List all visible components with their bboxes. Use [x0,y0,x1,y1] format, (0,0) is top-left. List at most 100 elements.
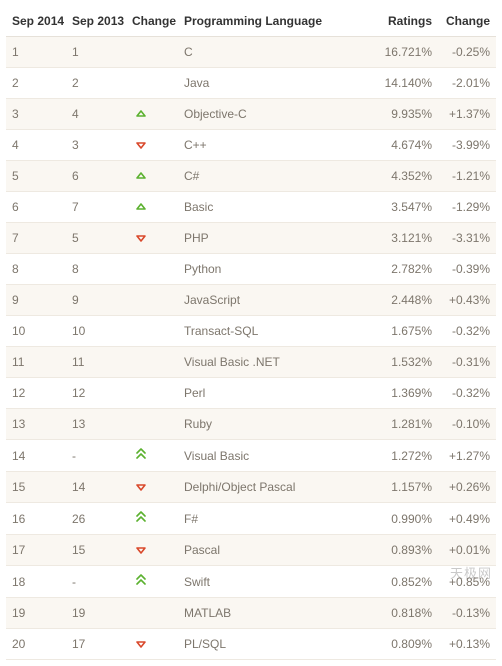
cell-ratings: 1.272% [378,440,438,472]
cell-delta: -3.99% [438,130,496,161]
cell-language: F# [178,503,378,535]
cell-move [126,629,178,660]
cell-delta: +1.27% [438,440,496,472]
cell-language: Ruby [178,409,378,440]
table-row: 1111Visual Basic .NET1.532%-0.31% [6,347,496,378]
table-row: 18-Swift0.852%+0.85% [6,566,496,598]
table-row: 1212Perl1.369%-0.32% [6,378,496,409]
cell-delta: -0.13% [438,598,496,629]
table-row: 1715Pascal0.893%+0.01% [6,535,496,566]
cell-rank-2013: 10 [66,316,126,347]
cell-rank-2013: 15 [66,535,126,566]
cell-rank-2013: 19 [66,598,126,629]
cell-rank-2013: 9 [66,285,126,316]
cell-rank-2014: 9 [6,285,66,316]
cell-ratings: 2.782% [378,254,438,285]
cell-ratings: 3.547% [378,192,438,223]
table-row: 1626 F#0.990%+0.49% [6,503,496,535]
table-row: 99JavaScript2.448%+0.43% [6,285,496,316]
double-chevron-up-icon [136,511,146,523]
cell-delta: +0.49% [438,503,496,535]
cell-rank-2014: 8 [6,254,66,285]
cell-move [126,68,178,99]
cell-rank-2014: 11 [6,347,66,378]
chevron-up-icon [136,203,146,211]
cell-language: C [178,37,378,68]
cell-delta: -0.39% [438,254,496,285]
chevron-down-icon [136,141,146,149]
cell-delta: +0.43% [438,285,496,316]
cell-move [126,37,178,68]
cell-delta: -1.29% [438,192,496,223]
cell-move [126,472,178,503]
cell-move [126,223,178,254]
cell-rank-2014: 18 [6,566,66,598]
cell-rank-2013: 6 [66,161,126,192]
chevron-down-icon [136,546,146,554]
cell-ratings: 16.721% [378,37,438,68]
cell-move [126,535,178,566]
table-row: 43C++4.674%-3.99% [6,130,496,161]
cell-language: JavaScript [178,285,378,316]
cell-rank-2014: 6 [6,192,66,223]
chevron-up-icon [136,172,146,180]
table-row: 75PHP3.121%-3.31% [6,223,496,254]
table-row: 1919 MATLAB0.818%-0.13% [6,598,496,629]
table-row: 1514Delphi/Object Pascal1.157%+0.26% [6,472,496,503]
col-header-change: Change [126,6,178,37]
cell-ratings: 0.990% [378,503,438,535]
cell-rank-2013: - [66,440,126,472]
cell-language: Transact-SQL [178,316,378,347]
cell-rank-2013: 5 [66,223,126,254]
cell-language: Delphi/Object Pascal [178,472,378,503]
cell-ratings: 0.852% [378,566,438,598]
cell-move [126,440,178,472]
table-row: 34Objective-C9.935%+1.37% [6,99,496,130]
cell-rank-2013: 17 [66,629,126,660]
cell-delta: +0.13% [438,629,496,660]
cell-rank-2014: 7 [6,223,66,254]
cell-ratings: 4.674% [378,130,438,161]
cell-rank-2013: 11 [66,347,126,378]
cell-ratings: 1.281% [378,409,438,440]
table-body: 11C16.721%-0.25%22Java14.140%-2.01%34Obj… [6,37,496,660]
cell-rank-2013: 3 [66,130,126,161]
cell-language: Java [178,68,378,99]
chevron-down-icon [136,234,146,242]
table-row: 1010Transact-SQL1.675%-0.32% [6,316,496,347]
cell-move [126,316,178,347]
table-row: 56C#4.352%-1.21% [6,161,496,192]
cell-delta: +0.26% [438,472,496,503]
cell-rank-2014: 1 [6,37,66,68]
cell-rank-2014: 4 [6,130,66,161]
table-row: 2017PL/SQL0.809%+0.13% [6,629,496,660]
table-row: 1313Ruby1.281%-0.10% [6,409,496,440]
cell-language: Swift [178,566,378,598]
chevron-down-icon [136,483,146,491]
cell-rank-2014: 19 [6,598,66,629]
cell-rank-2013: 2 [66,68,126,99]
cell-language: Pascal [178,535,378,566]
cell-rank-2014: 16 [6,503,66,535]
cell-move [126,192,178,223]
cell-rank-2014: 10 [6,316,66,347]
cell-delta: -0.10% [438,409,496,440]
cell-rank-2013: 7 [66,192,126,223]
table-row: 22Java14.140%-2.01% [6,68,496,99]
cell-ratings: 0.809% [378,629,438,660]
cell-rank-2013: 13 [66,409,126,440]
cell-rank-2013: 14 [66,472,126,503]
cell-language: MATLAB [178,598,378,629]
cell-ratings: 0.818% [378,598,438,629]
chevron-up-icon [136,110,146,118]
cell-delta: -0.25% [438,37,496,68]
cell-move [126,285,178,316]
cell-ratings: 14.140% [378,68,438,99]
cell-rank-2013: 26 [66,503,126,535]
cell-delta: +1.37% [438,99,496,130]
col-header-language: Programming Language [178,6,378,37]
cell-move [126,378,178,409]
cell-delta: -1.21% [438,161,496,192]
cell-language: Visual Basic .NET [178,347,378,378]
cell-move [126,566,178,598]
